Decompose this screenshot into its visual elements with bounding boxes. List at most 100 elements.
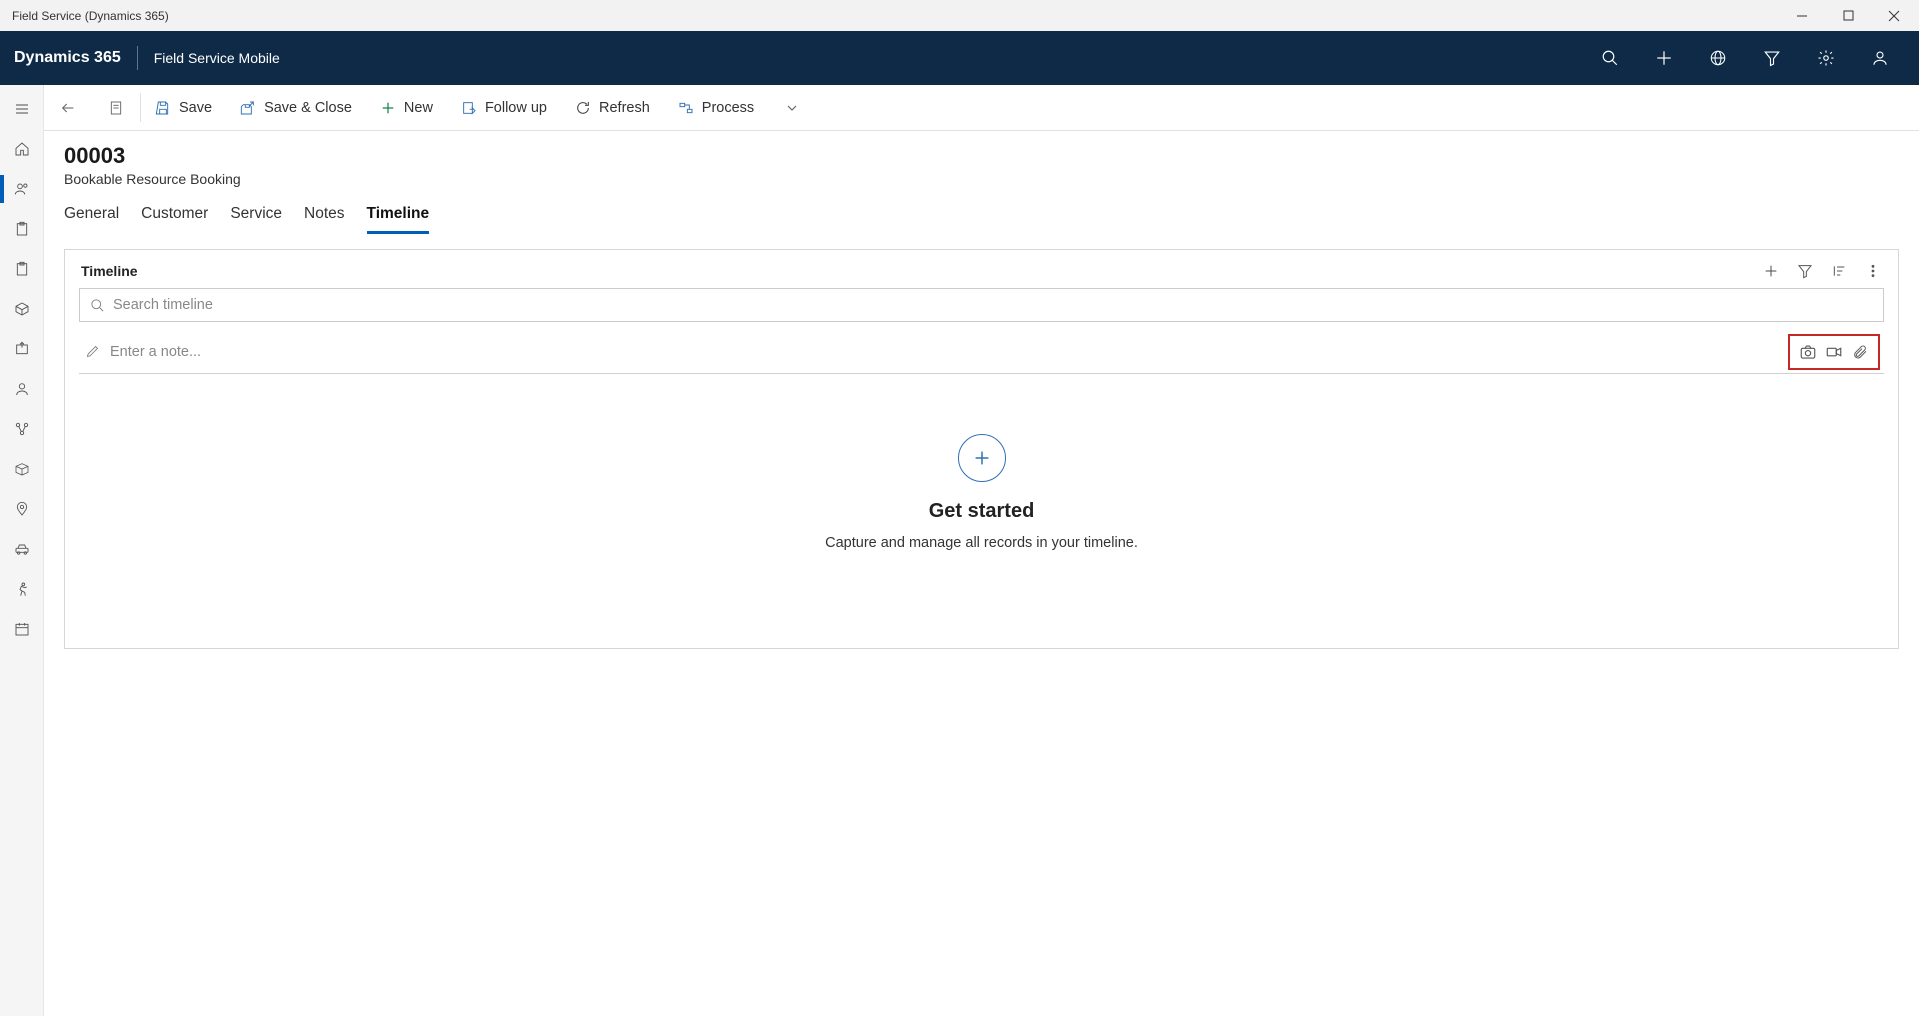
car-icon: [14, 541, 30, 557]
pin-icon: [14, 501, 30, 517]
more-commands[interactable]: [768, 85, 816, 130]
search-icon: [90, 298, 105, 313]
chevron-down-icon: [784, 100, 800, 116]
pencil-icon: [85, 344, 100, 359]
sidebar-bookings[interactable]: [0, 169, 43, 209]
form-icon: [108, 100, 124, 116]
save-button[interactable]: Save: [141, 85, 226, 130]
timeline-header: Timeline: [79, 260, 1884, 288]
plus-icon: [1655, 49, 1673, 67]
sidebar-assets[interactable]: [0, 329, 43, 369]
new-button[interactable]: New: [366, 85, 447, 130]
empty-state-subtitle: Capture and manage all records in your t…: [825, 535, 1138, 551]
filter-icon: [1797, 263, 1813, 279]
camera-icon: [1799, 343, 1817, 361]
search-button[interactable]: [1583, 31, 1637, 85]
sidebar-vehicle[interactable]: [0, 529, 43, 569]
clipboard-icon: [14, 221, 30, 237]
attachment-toolbar: [1788, 334, 1880, 370]
sidebar-home[interactable]: [0, 129, 43, 169]
globe-button[interactable]: [1691, 31, 1745, 85]
back-button[interactable]: [44, 85, 92, 130]
home-icon: [14, 141, 30, 157]
more-vertical-icon: [1865, 263, 1881, 279]
timeline-note-row: [79, 330, 1884, 374]
form-selector[interactable]: [92, 85, 140, 130]
cube-icon: [14, 301, 30, 317]
window-title: Field Service (Dynamics 365): [12, 9, 169, 23]
command-bar: Save Save & Close New Follow up Refresh …: [44, 85, 1919, 131]
top-nav: Dynamics 365 Field Service Mobile: [0, 31, 1919, 85]
timeline-note-input[interactable]: [110, 344, 1778, 360]
tab-service[interactable]: Service: [230, 205, 282, 234]
user-button[interactable]: [1853, 31, 1907, 85]
sidebar-calendar[interactable]: [0, 609, 43, 649]
tab-strip: General Customer Service Notes Timeline: [44, 191, 1919, 235]
timeline-sort-button[interactable]: [1830, 262, 1848, 280]
user-icon: [1871, 49, 1889, 67]
gear-icon: [1817, 49, 1835, 67]
timeline-add-button[interactable]: [1762, 262, 1780, 280]
sidebar-inventory[interactable]: [0, 449, 43, 489]
sidebar-workorders-2[interactable]: [0, 249, 43, 289]
timeline-search[interactable]: [79, 288, 1884, 322]
process-icon: [678, 100, 694, 116]
paperclip-icon: [1852, 344, 1868, 360]
sidebar-timeoff[interactable]: [0, 569, 43, 609]
app-name[interactable]: Field Service Mobile: [154, 50, 280, 66]
timeline-title: Timeline: [81, 263, 138, 279]
quick-create-button[interactable]: [1637, 31, 1691, 85]
refresh-label: Refresh: [599, 100, 650, 116]
process-button[interactable]: Process: [664, 85, 768, 130]
tab-notes[interactable]: Notes: [304, 205, 345, 234]
save-close-button[interactable]: Save & Close: [226, 85, 366, 130]
video-icon: [1825, 343, 1843, 361]
globe-icon: [1709, 49, 1727, 67]
timeline-empty-state: Get started Capture and manage all recor…: [79, 434, 1884, 551]
branch-icon: [14, 421, 30, 437]
tab-timeline[interactable]: Timeline: [367, 205, 430, 234]
save-close-icon: [240, 100, 256, 116]
maximize-button[interactable]: [1825, 0, 1871, 31]
refresh-button[interactable]: Refresh: [561, 85, 664, 130]
brand-name[interactable]: Dynamics 365: [14, 49, 137, 67]
minimize-button[interactable]: [1779, 0, 1825, 31]
timeline-filter-button[interactable]: [1796, 262, 1814, 280]
tab-customer[interactable]: Customer: [141, 205, 208, 234]
back-icon: [60, 100, 76, 116]
tab-general[interactable]: General: [64, 205, 119, 234]
brand-divider: [137, 46, 138, 70]
person-icon: [14, 381, 30, 397]
close-icon: [1888, 10, 1900, 22]
save-icon: [155, 100, 171, 116]
empty-state-add-button[interactable]: [958, 434, 1006, 482]
sidebar-connections[interactable]: [0, 409, 43, 449]
attach-button[interactable]: [1850, 342, 1870, 362]
timeline-more-button[interactable]: [1864, 262, 1882, 280]
sidebar-workorders[interactable]: [0, 209, 43, 249]
sidebar-location[interactable]: [0, 489, 43, 529]
sidebar-products[interactable]: [0, 289, 43, 329]
window-controls: [1779, 0, 1917, 31]
timeline-panel: Timeline: [64, 249, 1899, 649]
timeline-search-input[interactable]: [113, 297, 1873, 313]
record-header: 00003 Bookable Resource Booking: [44, 131, 1919, 191]
running-icon: [14, 581, 30, 597]
sort-icon: [1831, 263, 1847, 279]
follow-up-button[interactable]: Follow up: [447, 85, 561, 130]
maximize-icon: [1843, 10, 1854, 21]
sitemap-toggle[interactable]: [0, 89, 43, 129]
people-icon: [14, 181, 30, 197]
follow-up-icon: [461, 100, 477, 116]
filter-button[interactable]: [1745, 31, 1799, 85]
window-titlebar: Field Service (Dynamics 365): [0, 0, 1919, 31]
sidebar-accounts[interactable]: [0, 369, 43, 409]
calendar-icon: [14, 621, 30, 637]
camera-button[interactable]: [1798, 342, 1818, 362]
close-button[interactable]: [1871, 0, 1917, 31]
settings-button[interactable]: [1799, 31, 1853, 85]
package-icon: [14, 461, 30, 477]
filter-icon: [1763, 49, 1781, 67]
video-button[interactable]: [1824, 342, 1844, 362]
plus-icon: [1763, 263, 1779, 279]
